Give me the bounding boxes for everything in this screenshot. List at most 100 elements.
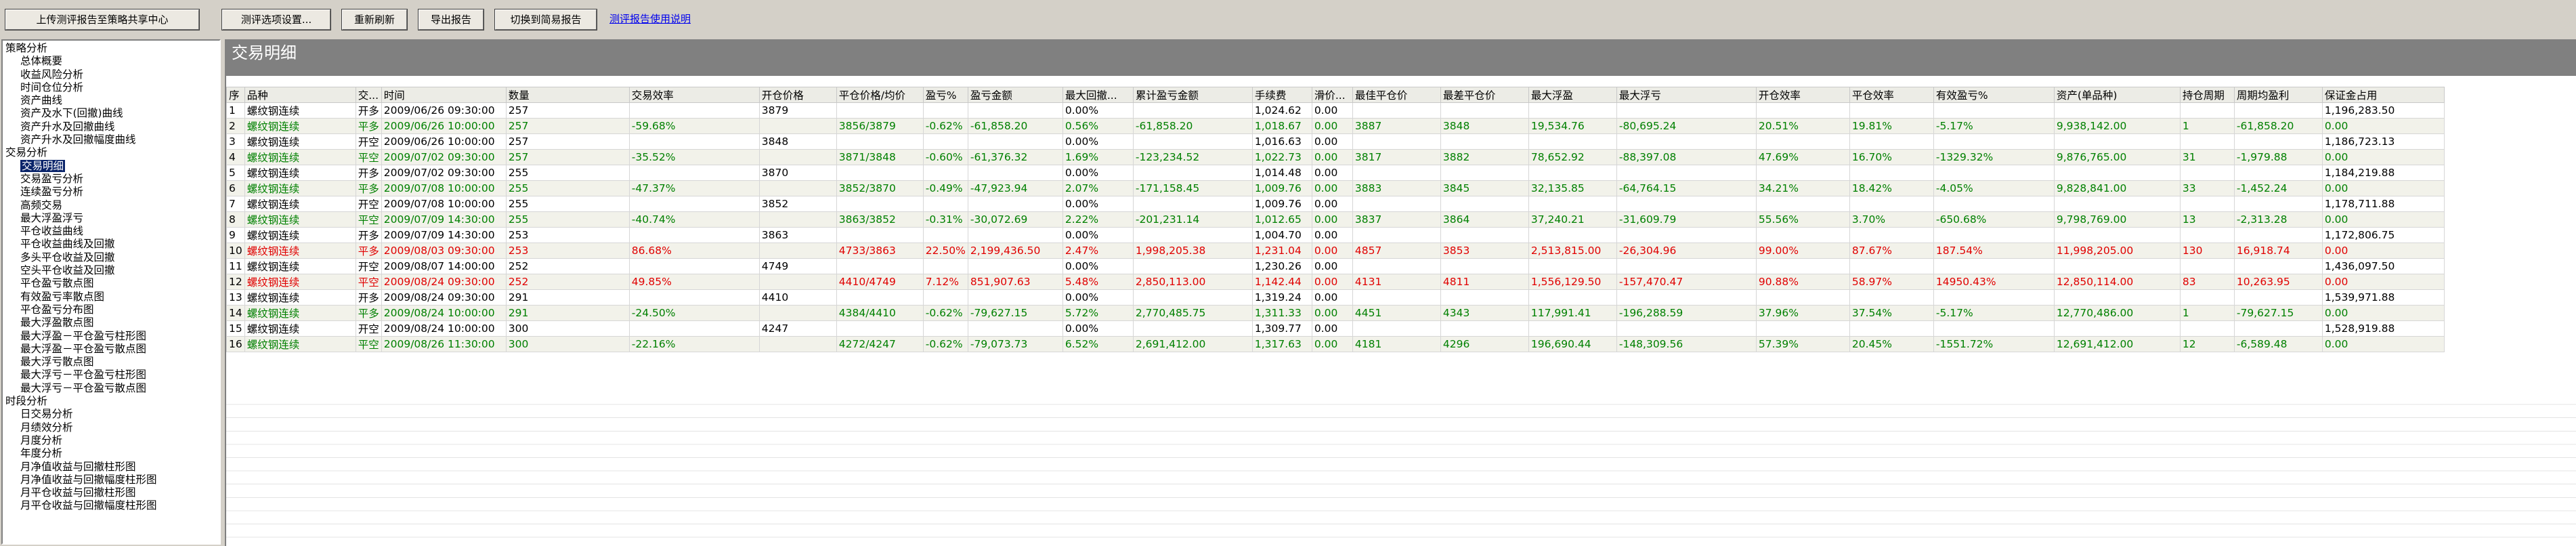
column-header[interactable]: 最大回撤... <box>1062 87 1134 103</box>
tree-item[interactable]: 收益风险分析 <box>5 68 219 81</box>
table-row[interactable]: 9 螺纹钢连续 开多 2009/07/09 14:30:00 253 3863 0.00% 1… <box>226 227 2445 243</box>
tree-item[interactable]: 月平仓收益与回撤幅度柱形图 <box>5 499 219 512</box>
table-cell <box>628 102 760 119</box>
table-row[interactable]: 4 螺纹钢连续 平空 2009/07/02 09:30:00 257 -35.52% 387… <box>226 149 2445 165</box>
table-row[interactable]: 15 螺纹钢连续 开空 2009/08/24 10:00:00 300 4247 0.00%… <box>226 320 2445 337</box>
column-header[interactable]: 最大浮盈 <box>1528 87 1617 103</box>
table-row[interactable]: 10 螺纹钢连续 平多 2009/08/03 09:30:00 253 86.68% 473… <box>226 243 2445 259</box>
table-row[interactable]: 14 螺纹钢连续 平多 2009/08/24 10:00:00 291 -24.50% 43… <box>226 305 2445 321</box>
simple-report-button[interactable]: 切换到简易报告 <box>494 9 597 30</box>
tree-item[interactable]: 最大浮亏散点图 <box>5 356 219 369</box>
tree-item[interactable]: 资产升水及回撤曲线 <box>5 121 219 133</box>
report-tree[interactable]: 策略分析 总体概要 收益风险分析 时间仓位分析 资产曲线 资产及水下(回撤)曲线 资产升水及… <box>1 39 221 545</box>
table-cell: 螺纹钢连续 <box>244 196 356 212</box>
table-row[interactable]: 13 螺纹钢连续 开多 2009/08/24 09:30:00 291 4410 0.00%… <box>226 289 2445 306</box>
tree-item[interactable]: 时段分析 <box>5 395 219 408</box>
column-header[interactable]: 资产(单品种) <box>2053 87 2181 103</box>
tree-item[interactable]: 月净值收益与回撤柱形图 <box>5 461 219 474</box>
help-link[interactable]: 测评报告使用说明 <box>609 9 691 28</box>
tree-item[interactable]: 日交易分析 <box>5 408 219 421</box>
column-header[interactable]: 平仓价格/均价 <box>836 87 924 103</box>
tree-item[interactable]: 月平仓收益与回撤柱形图 <box>5 486 219 499</box>
table-row[interactable]: 12 螺纹钢连续 平空 2009/08/24 09:30:00 252 49.85% 441… <box>226 274 2445 290</box>
column-header[interactable]: 手续费 <box>1251 87 1312 103</box>
column-header[interactable]: 盈亏% <box>922 87 968 103</box>
table-row[interactable]: 7 螺纹钢连续 开空 2009/07/08 10:00:00 255 3852 0.00% 1… <box>226 196 2445 212</box>
column-header[interactable]: 开仓效率 <box>1755 87 1850 103</box>
tree-item[interactable]: 策略分析 <box>5 42 219 55</box>
upload-report-button[interactable]: 上传测评报告至策略共享中心 <box>5 9 200 30</box>
table-cell: 6 <box>226 180 245 196</box>
tree-item[interactable]: 最大浮盈浮亏 <box>5 212 219 225</box>
tree-item[interactable]: 资产及水下(回撤)曲线 <box>5 107 219 120</box>
table-row[interactable]: 5 螺纹钢连续 开多 2009/07/02 09:30:00 255 3870 0.00% 1… <box>226 165 2445 181</box>
table-cell <box>758 118 837 134</box>
tree-item[interactable]: 平仓盈亏分布图 <box>5 303 219 316</box>
column-header[interactable]: 平仓效率 <box>1849 87 1934 103</box>
tree-item[interactable]: 交易明细 <box>5 159 219 173</box>
column-header[interactable]: 交... <box>355 87 382 103</box>
tree-item-label: 最大浮亏－平仓盈亏散点图 <box>20 381 147 394</box>
tree-item[interactable]: 月净值收益与回撤幅度柱形图 <box>5 474 219 486</box>
column-header[interactable]: 品种 <box>244 87 356 103</box>
column-header[interactable]: 滑价... <box>1311 87 1353 103</box>
table-row[interactable]: 2 螺纹钢连续 平多 2009/06/26 10:00:00 257 -59.68% 385… <box>226 118 2445 134</box>
column-header[interactable]: 最佳平仓价 <box>1352 87 1441 103</box>
table-row[interactable]: 3 螺纹钢连续 开空 2009/06/26 10:00:00 257 3848 0.00% 1… <box>226 133 2445 150</box>
tree-item[interactable]: 月绩效分析 <box>5 421 219 434</box>
refresh-button[interactable]: 重新刷新 <box>341 9 408 30</box>
tree-item[interactable]: 最大浮盈散点图 <box>5 316 219 329</box>
column-header[interactable]: 最差平仓价 <box>1440 87 1529 103</box>
tree-item[interactable]: 交易分析 <box>5 146 219 159</box>
column-header[interactable]: 数量 <box>505 87 630 103</box>
column-header[interactable]: 周期均盈利 <box>2233 87 2323 103</box>
column-header[interactable]: 交易效率 <box>628 87 760 103</box>
tree-item[interactable]: 连续盈亏分析 <box>5 186 219 198</box>
column-header[interactable]: 持仓周期 <box>2179 87 2235 103</box>
tree-item[interactable]: 最大浮亏－平仓盈亏柱形图 <box>5 369 219 381</box>
tree-item[interactable]: 最大浮盈－平仓盈亏散点图 <box>5 343 219 356</box>
table-cell: -79,627.15 <box>2233 305 2323 321</box>
column-header[interactable]: 盈亏金额 <box>967 87 1063 103</box>
column-header[interactable]: 时间 <box>381 87 507 103</box>
tree-item[interactable]: 交易盈亏分析 <box>5 173 219 186</box>
table-row[interactable]: 1 螺纹钢连续 开多 2009/06/26 09:30:00 257 3879 0.00% 1… <box>226 102 2445 119</box>
table-cell: 11 <box>226 258 245 274</box>
column-header[interactable]: 开仓价格 <box>758 87 837 103</box>
table-row[interactable]: 8 螺纹钢连续 平空 2009/07/09 14:30:00 255 -40.74% 386… <box>226 211 2445 228</box>
table-row[interactable]: 6 螺纹钢连续 平多 2009/07/08 10:00:00 255 -47.37% 385… <box>226 180 2445 196</box>
export-report-button[interactable]: 导出报告 <box>418 9 484 30</box>
tree-item[interactable]: 平仓收益曲线及回撤 <box>5 238 219 251</box>
table-row[interactable]: 11 螺纹钢连续 开空 2009/08/07 14:00:00 252 4749 0.00%… <box>226 258 2445 274</box>
tree-item[interactable]: 最大浮盈－平仓盈亏柱形图 <box>5 330 219 343</box>
tree-item[interactable]: 平仓盈亏散点图 <box>5 277 219 290</box>
column-header[interactable]: 累计盈亏金额 <box>1132 87 1253 103</box>
column-header[interactable]: 序 <box>226 87 245 103</box>
table-cell: 1,012.65 <box>1251 211 1312 228</box>
table-cell <box>628 320 760 337</box>
column-header[interactable]: 保证金占用 <box>2321 87 2445 103</box>
tree-item[interactable]: 资产曲线 <box>5 94 219 107</box>
tree-item[interactable]: 月度分析 <box>5 434 219 447</box>
tree-item[interactable]: 时间仓位分析 <box>5 81 219 94</box>
table-cell: 5 <box>226 165 245 181</box>
tree-item[interactable]: 高频交易 <box>5 199 219 212</box>
trade-table-container[interactable]: 序品种 交... 时间 数量 交易效率 开仓价格 平仓价格/均价 盈亏% 盈亏金额 最大回撤...… <box>226 87 2576 352</box>
table-cell: 平空 <box>355 336 382 352</box>
column-header[interactable]: 最大浮亏 <box>1616 87 1757 103</box>
tree-item[interactable]: 资产升水及回撤幅度曲线 <box>5 133 219 146</box>
tree-item[interactable]: 总体概要 <box>5 55 219 68</box>
table-cell: 12 <box>2179 336 2235 352</box>
table-cell: 0.00 <box>2321 180 2445 196</box>
tree-item[interactable]: 多头平仓收益及回撤 <box>5 251 219 264</box>
tree-item[interactable]: 空头平仓收益及回撤 <box>5 264 219 277</box>
table-cell: 20.45% <box>1849 336 1934 352</box>
tree-item[interactable]: 有效盈亏率散点图 <box>5 291 219 303</box>
tree-item[interactable]: 平仓收益曲线 <box>5 225 219 238</box>
table-row[interactable]: 16 螺纹钢连续 平空 2009/08/26 11:30:00 300 -22.16% 42… <box>226 336 2445 352</box>
settings-button[interactable]: 测评选项设置... <box>221 9 331 30</box>
tree-item[interactable]: 年度分析 <box>5 447 219 460</box>
table-cell: 0.00% <box>1062 196 1134 212</box>
column-header[interactable]: 有效盈亏% <box>1933 87 2055 103</box>
tree-item[interactable]: 最大浮亏－平仓盈亏散点图 <box>5 382 219 395</box>
